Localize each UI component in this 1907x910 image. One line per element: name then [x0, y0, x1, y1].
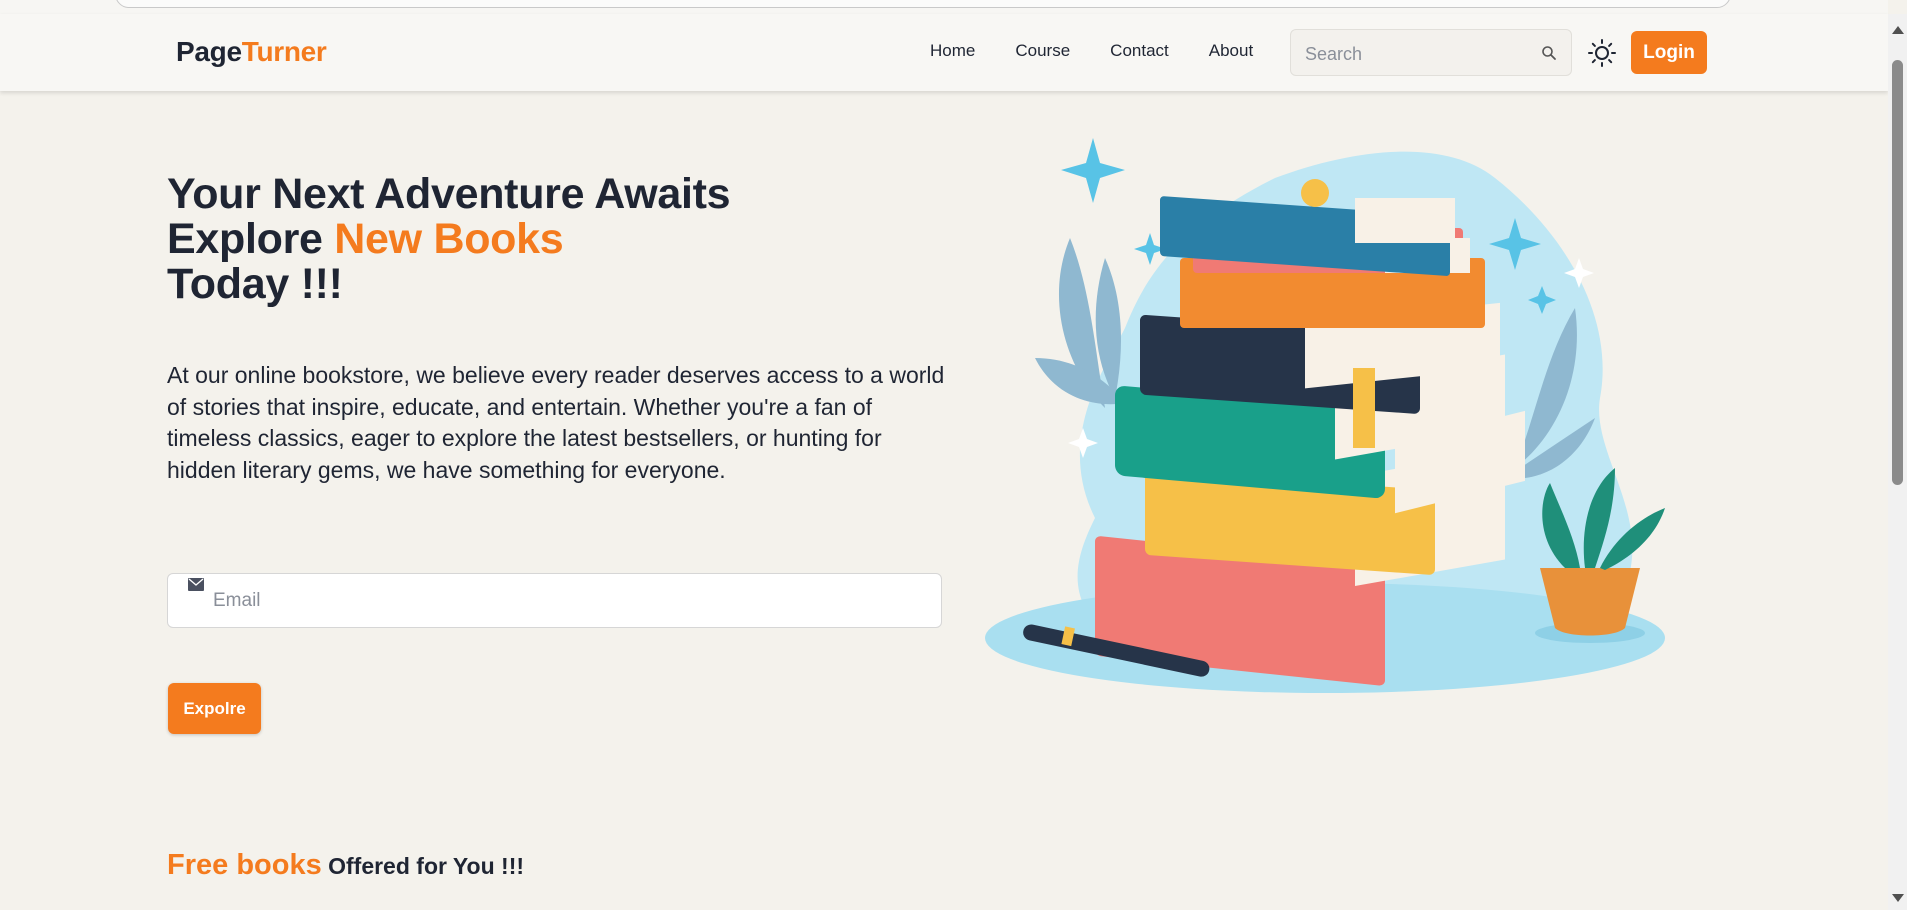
hero-line-2-accent: New Books [334, 215, 564, 263]
scroll-up-arrow-icon[interactable] [1892, 26, 1904, 34]
hero-description: At our online bookstore, we believe ever… [167, 362, 945, 483]
search-icon[interactable] [1541, 45, 1557, 61]
brand-logo[interactable]: PageTurner [176, 36, 327, 68]
nav-about-link[interactable]: About [1209, 41, 1253, 61]
browser-top-strip [0, 0, 1888, 14]
brand-logo-part1: Page [176, 36, 242, 67]
free-books-rest: Offered for You !!! [321, 853, 525, 879]
nav-links: Home Course Contact About [930, 41, 1293, 61]
envelope-icon [188, 578, 204, 591]
scroll-down-arrow-icon[interactable] [1892, 894, 1904, 902]
free-books-heading: Free books Offered for You !!! [167, 849, 524, 882]
navbar: PageTurner Home Course Contact About Log… [0, 14, 1888, 91]
hero-headline: Your Next Adventure Awaits Explore New B… [167, 170, 731, 308]
sparkle-1 [1061, 138, 1125, 203]
explore-button[interactable]: Expolre [168, 683, 261, 734]
search-box [1290, 29, 1572, 76]
bookmark-yellow [1353, 368, 1375, 448]
browser-bar-edge [115, 0, 1731, 8]
book-blue-pages [1355, 198, 1455, 243]
nav-course-link[interactable]: Course [1015, 41, 1070, 61]
scroll-thumb[interactable] [1892, 60, 1903, 485]
sun-icon[interactable] [1587, 38, 1617, 68]
email-field-wrapper [167, 573, 942, 628]
hero-line-3: Today !!! [167, 260, 343, 308]
books-stack-illustration [985, 138, 1665, 693]
search-input[interactable] [1305, 42, 1525, 66]
nav-home-link[interactable]: Home [930, 41, 975, 61]
free-books-accent: Free books [167, 849, 322, 881]
brand-logo-part2: Turner [241, 36, 327, 67]
book-blue-emblem [1301, 179, 1329, 207]
hero-line-1: Your Next Adventure Awaits [167, 170, 731, 218]
nav-contact-link[interactable]: Contact [1110, 41, 1169, 61]
login-button[interactable]: Login [1631, 31, 1707, 74]
plant-pot [1540, 568, 1640, 636]
email-field[interactable] [213, 588, 913, 614]
page-scrollbar[interactable] [1888, 14, 1907, 910]
hero-line-2-prefix: Explore [167, 215, 335, 263]
